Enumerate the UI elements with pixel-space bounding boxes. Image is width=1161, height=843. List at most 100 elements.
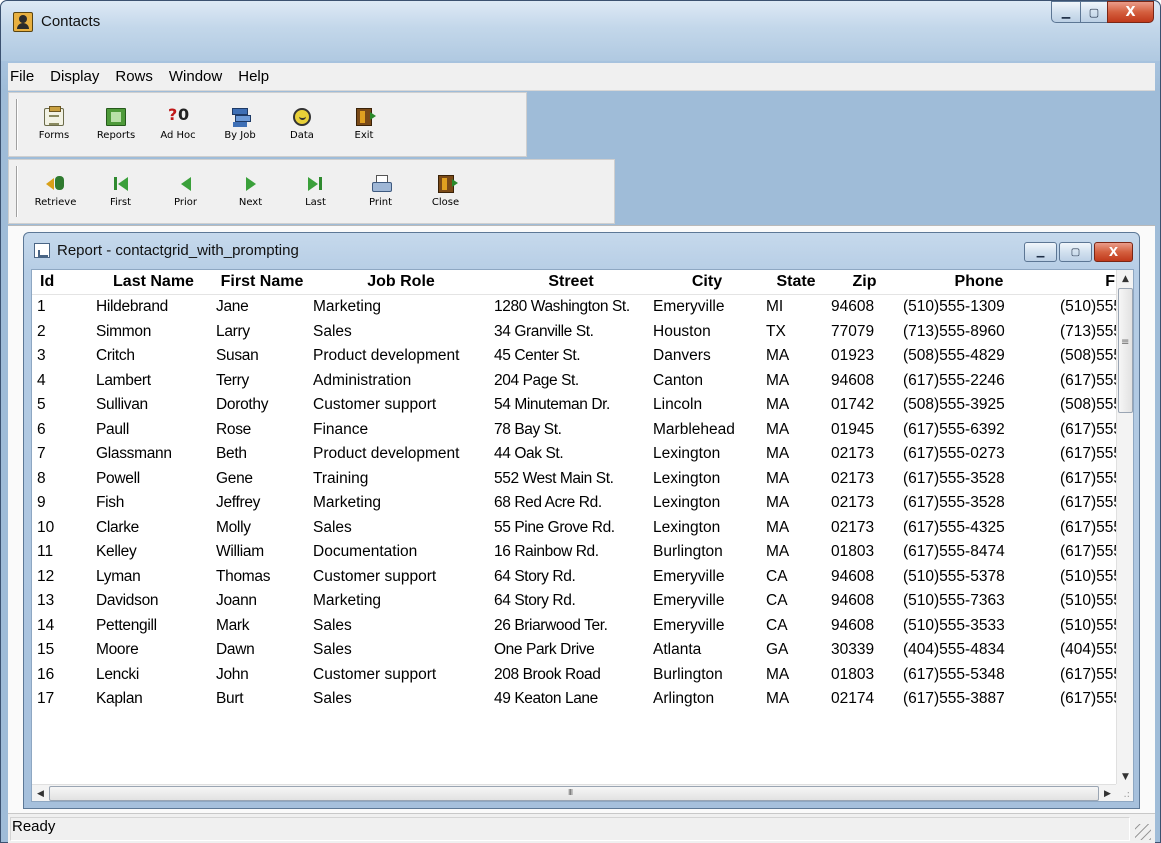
cell-state[interactable]: MA [761,393,826,418]
cell-state[interactable]: MI [761,295,826,320]
cell-state[interactable]: TX [761,320,826,345]
menu-file[interactable]: File [8,64,42,90]
cell-street[interactable]: 208 Brook Road [489,663,648,688]
cell-id[interactable]: 16 [32,663,91,688]
cell-id[interactable]: 9 [32,491,91,516]
cell-job-role[interactable]: Marketing [308,295,489,320]
cell-job-role[interactable]: Documentation [308,540,489,565]
exit-button[interactable]: Exit [333,93,395,156]
cell-id[interactable]: 8 [32,467,91,492]
column-header-id[interactable]: Id [32,270,91,294]
cell-fax[interactable]: (617)555 [1055,540,1119,565]
grid-size-grip-icon[interactable] [1116,784,1133,801]
cell-id[interactable]: 7 [32,442,91,467]
cell-zip[interactable]: 02173 [826,442,898,467]
cell-city[interactable]: Emeryville [648,589,761,614]
cell-zip[interactable]: 01945 [826,418,898,443]
cell-state[interactable]: MA [761,369,826,394]
cell-phone[interactable]: (617)555-8474 [898,540,1055,565]
menu-display[interactable]: Display [42,64,107,90]
cell-first-name[interactable]: Dorothy [211,393,308,418]
cell-street[interactable]: 34 Granville St. [489,320,648,345]
cell-phone[interactable]: (617)555-0273 [898,442,1055,467]
cell-fax[interactable]: (617)555 [1055,369,1119,394]
cell-first-name[interactable]: Jane [211,295,308,320]
cell-first-name[interactable]: Jeffrey [211,491,308,516]
cell-street[interactable]: 64 Story Rd. [489,589,648,614]
cell-first-name[interactable]: Thomas [211,565,308,590]
cell-fax[interactable]: (713)555 [1055,320,1119,345]
title-bar[interactable]: Contacts ▁ ▢ X [1,1,1160,61]
column-header-fax[interactable]: F [1055,270,1119,294]
cell-fax[interactable]: (508)555 [1055,344,1119,369]
cell-first-name[interactable]: John [211,663,308,688]
resize-grip-icon[interactable] [1135,824,1151,840]
cell-street[interactable]: 1280 Washington St. [489,295,648,320]
table-row[interactable]: 13 Davidson Joann Marketing 64 Story Rd. Emer… [32,589,1133,614]
cell-state[interactable]: MA [761,442,826,467]
cell-zip[interactable]: 77079 [826,320,898,345]
cell-id[interactable]: 3 [32,344,91,369]
column-header-zip[interactable]: Zip [826,270,898,294]
table-row[interactable]: 15 Moore Dawn Sales One Park Drive Atlanta GA 3… [32,638,1133,663]
cell-city[interactable]: Houston [648,320,761,345]
adhoc-button[interactable]: Ad Hoc [147,93,209,156]
cell-street[interactable]: 68 Red Acre Rd. [489,491,648,516]
cell-job-role[interactable]: Customer support [308,565,489,590]
report-close-button[interactable]: X [1094,242,1133,262]
forms-button[interactable]: Forms [23,93,85,156]
table-row[interactable]: 10 Clarke Molly Sales 55 Pine Grove Rd. Lexin… [32,516,1133,541]
column-header-state[interactable]: State [761,270,826,294]
cell-job-role[interactable]: Sales [308,687,489,712]
table-row[interactable]: 8 Powell Gene Training 552 West Main St. Lexi… [32,467,1133,492]
cell-zip[interactable]: 01923 [826,344,898,369]
column-header-city[interactable]: City [648,270,761,294]
cell-phone[interactable]: (508)555-3925 [898,393,1055,418]
cell-fax[interactable]: (617)555 [1055,418,1119,443]
cell-zip[interactable]: 02173 [826,467,898,492]
cell-fax[interactable]: (617)555 [1055,442,1119,467]
last-button[interactable]: Last [283,160,348,223]
cell-street[interactable]: 54 Minuteman Dr. [489,393,648,418]
report-minimize-button[interactable]: ▁ [1024,242,1057,262]
cell-street[interactable]: 16 Rainbow Rd. [489,540,648,565]
scroll-left-icon[interactable]: ◀ [32,785,49,801]
cell-city[interactable]: Marblehead [648,418,761,443]
cell-state[interactable]: MA [761,687,826,712]
cell-id[interactable]: 4 [32,369,91,394]
close-button[interactable]: X [1107,1,1154,23]
cell-zip[interactable]: 01803 [826,540,898,565]
cell-zip[interactable]: 01742 [826,393,898,418]
cell-last-name[interactable]: Kaplan [91,687,211,712]
cell-phone[interactable]: (404)555-4834 [898,638,1055,663]
cell-zip[interactable]: 01803 [826,663,898,688]
cell-phone[interactable]: (510)555-1309 [898,295,1055,320]
cell-street[interactable]: 78 Bay St. [489,418,648,443]
cell-state[interactable]: CA [761,614,826,639]
vertical-scrollbar[interactable]: ▲ ▼ [1116,270,1133,785]
cell-first-name[interactable]: Molly [211,516,308,541]
cell-job-role[interactable]: Sales [308,516,489,541]
cell-city[interactable]: Lexington [648,467,761,492]
byjob-button[interactable]: By Job [209,93,271,156]
cell-phone[interactable]: (617)555-6392 [898,418,1055,443]
cell-street[interactable]: One Park Drive [489,638,648,663]
menu-rows[interactable]: Rows [107,64,161,90]
cell-last-name[interactable]: Moore [91,638,211,663]
cell-zip[interactable]: 94608 [826,614,898,639]
cell-state[interactable]: MA [761,344,826,369]
cell-street[interactable]: 49 Keaton Lane [489,687,648,712]
table-row[interactable]: 9 Fish Jeffrey Marketing 68 Red Acre Rd. Lexi… [32,491,1133,516]
cell-street[interactable]: 44 Oak St. [489,442,648,467]
cell-city[interactable]: Arlington [648,687,761,712]
cell-phone[interactable]: (617)555-4325 [898,516,1055,541]
cell-zip[interactable]: 94608 [826,295,898,320]
cell-zip[interactable]: 02174 [826,687,898,712]
cell-fax[interactable]: (617)555 [1055,516,1119,541]
cell-last-name[interactable]: Fish [91,491,211,516]
cell-last-name[interactable]: Paull [91,418,211,443]
table-row[interactable]: 6 Paull Rose Finance 78 Bay St. Marblehead MA 0… [32,418,1133,443]
cell-first-name[interactable]: Beth [211,442,308,467]
cell-zip[interactable]: 94608 [826,369,898,394]
cell-id[interactable]: 12 [32,565,91,590]
